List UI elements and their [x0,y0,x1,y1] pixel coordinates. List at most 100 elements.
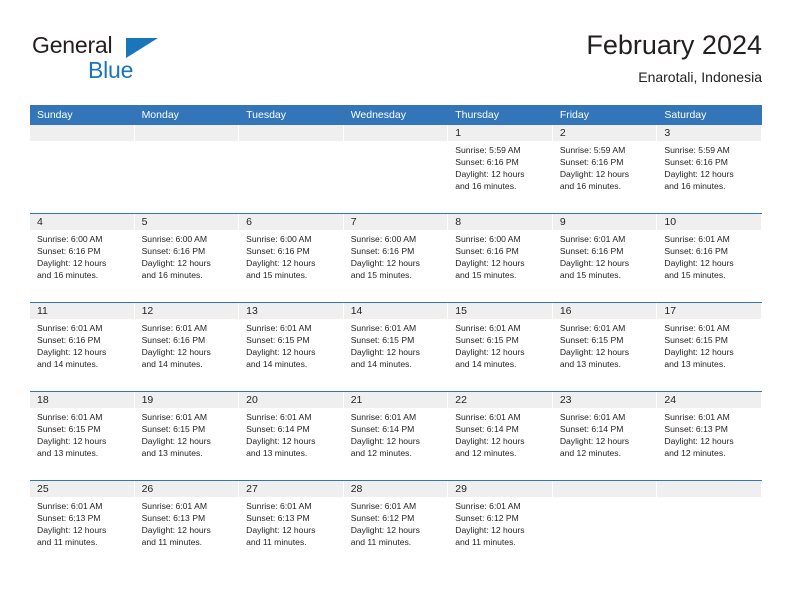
weekday-header-wednesday: Wednesday [343,105,449,125]
logo-text-blue: Blue [88,57,134,83]
calendar-day-cell[interactable]: 24 Sunrise: 6:01 AM Sunset: 6:13 PM Dayligh… [657,392,762,480]
weekday-header-row: Sunday Monday Tuesday Wednesday Thursday Frid… [30,105,762,125]
day-daylight2-text: and 11 minutes. [141,537,203,548]
day-number [134,125,239,141]
calendar-day-cell[interactable]: 27 Sunrise: 6:01 AM Sunset: 6:13 PM Dayligh… [239,481,344,569]
day-sunrise-text: Sunrise: 6:00 AM [246,234,312,244]
calendar-day-cell-empty [30,125,135,213]
day-daylight1-text: Daylight: 12 hours [664,347,734,358]
day-number [552,481,657,497]
day-daylight2-text: and 12 minutes. [350,448,412,459]
day-daylight1-text: Daylight: 12 hours [664,436,734,447]
calendar-week-row: 25 Sunrise: 6:01 AM Sunset: 6:13 PM Dayligh… [30,480,762,569]
day-sun-info: Sunrise: 6:01 AM Sunset: 6:14 PM Daylight:… [239,408,343,459]
generalblue-logo[interactable]: General Blue [32,32,232,88]
day-sunrise-text: Sunrise: 6:01 AM [664,234,730,244]
day-sunrise-text: Sunrise: 6:01 AM [455,412,521,422]
calendar-day-cell-empty [343,125,449,213]
day-number [239,125,343,141]
day-daylight1-text: Daylight: 12 hours [141,347,211,358]
calendar-day-cell[interactable]: 1 Sunrise: 5:59 AM Sunset: 6:16 PM Daylight… [448,125,553,213]
day-sunset-text: Sunset: 6:16 PM [37,335,101,346]
day-daylight2-text: and 15 minutes. [246,270,308,281]
day-sun-info: Sunrise: 6:01 AM Sunset: 6:15 PM Daylight:… [448,319,552,370]
day-number: 24 [657,392,761,408]
calendar-day-cell[interactable]: 5 Sunrise: 6:00 AM Sunset: 6:16 PM Daylight… [134,214,240,302]
calendar-day-cell[interactable]: 2 Sunrise: 5:59 AM Sunset: 6:16 PM Daylight… [552,125,658,213]
day-daylight1-text: Daylight: 12 hours [455,525,525,536]
day-sun-info: Sunrise: 6:01 AM Sunset: 6:14 PM Daylight:… [553,408,657,459]
day-number: 6 [239,214,343,230]
day-sun-info: Sunrise: 6:01 AM Sunset: 6:15 PM Daylight:… [239,319,343,370]
day-sunrise-text: Sunrise: 5:59 AM [559,145,626,155]
calendar-day-cell[interactable]: 9 Sunrise: 6:01 AM Sunset: 6:16 PM Daylight… [552,214,658,302]
calendar-day-cell[interactable]: 10 Sunrise: 6:01 AM Sunset: 6:16 PM Dayligh… [657,214,762,302]
day-daylight2-text: and 15 minutes. [350,270,412,281]
calendar-day-cell[interactable]: 29 Sunrise: 6:01 AM Sunset: 6:12 PM Dayligh… [448,481,553,569]
day-daylight1-text: Daylight: 12 hours [559,347,630,358]
calendar-day-cell[interactable]: 11 Sunrise: 6:01 AM Sunset: 6:16 PM Dayligh… [30,303,135,391]
day-number: 20 [239,392,343,408]
calendar-day-cell[interactable]: 19 Sunrise: 6:01 AM Sunset: 6:15 PM Dayligh… [134,392,240,480]
day-daylight2-text: and 16 minutes. [37,270,99,281]
calendar-day-cell-empty [239,125,344,213]
day-sun-info: Sunrise: 6:01 AM Sunset: 6:13 PM Daylight:… [657,408,761,459]
calendar-day-cell[interactable]: 21 Sunrise: 6:01 AM Sunset: 6:14 PM Dayligh… [343,392,449,480]
calendar-day-cell[interactable]: 7 Sunrise: 6:00 AM Sunset: 6:16 PM Daylight… [343,214,449,302]
calendar-day-cell[interactable]: 12 Sunrise: 6:01 AM Sunset: 6:16 PM Dayligh… [134,303,240,391]
calendar-day-cell[interactable]: 23 Sunrise: 6:01 AM Sunset: 6:14 PM Dayligh… [552,392,658,480]
calendar-day-cell[interactable]: 28 Sunrise: 6:01 AM Sunset: 6:12 PM Dayligh… [343,481,449,569]
calendar-day-cell[interactable]: 15 Sunrise: 6:01 AM Sunset: 6:15 PM Dayligh… [448,303,553,391]
day-sunrise-text: Sunrise: 6:01 AM [350,501,417,511]
calendar-day-cell[interactable]: 17 Sunrise: 6:01 AM Sunset: 6:15 PM Dayligh… [657,303,762,391]
calendar-day-cell[interactable]: 26 Sunrise: 6:01 AM Sunset: 6:13 PM Dayligh… [134,481,240,569]
calendar-day-cell[interactable]: 20 Sunrise: 6:01 AM Sunset: 6:14 PM Dayligh… [239,392,344,480]
day-number: 3 [657,125,761,141]
day-sun-info: Sunrise: 6:01 AM Sunset: 6:16 PM Daylight:… [30,319,134,370]
day-sun-info: Sunrise: 6:01 AM Sunset: 6:12 PM Daylight:… [344,497,448,548]
day-daylight1-text: Daylight: 12 hours [141,525,211,536]
day-number: 16 [552,303,657,319]
calendar-week-row: 18 Sunrise: 6:01 AM Sunset: 6:15 PM Dayligh… [30,391,762,480]
weekday-header-friday: Friday [552,105,658,125]
day-daylight2-text: and 11 minutes. [246,537,307,548]
calendar-day-cell[interactable]: 6 Sunrise: 6:00 AM Sunset: 6:16 PM Daylight… [239,214,344,302]
day-sun-info: Sunrise: 5:59 AM Sunset: 6:16 PM Daylight:… [448,141,552,192]
calendar-day-cell[interactable]: 14 Sunrise: 6:01 AM Sunset: 6:15 PM Dayligh… [343,303,449,391]
day-sunset-text: Sunset: 6:16 PM [559,157,624,168]
calendar-day-cell[interactable]: 16 Sunrise: 6:01 AM Sunset: 6:15 PM Dayligh… [552,303,658,391]
day-sunrise-text: Sunrise: 6:01 AM [141,501,208,511]
calendar-day-cell[interactable]: 22 Sunrise: 6:01 AM Sunset: 6:14 PM Dayligh… [448,392,553,480]
day-sunset-text: Sunset: 6:15 PM [246,335,310,346]
day-daylight2-text: and 16 minutes. [664,181,726,192]
day-sun-info: Sunrise: 6:01 AM Sunset: 6:14 PM Daylight:… [448,408,552,459]
calendar-page: General Blue February 2024 Enarotali, In… [0,0,792,612]
day-sun-info: Sunrise: 6:00 AM Sunset: 6:16 PM Daylight:… [30,230,134,281]
day-sunset-text: Sunset: 6:15 PM [455,335,519,346]
day-number: 27 [239,481,343,497]
day-sunset-text: Sunset: 6:16 PM [246,246,310,257]
day-daylight2-text: and 14 minutes. [37,359,99,370]
day-sunrise-text: Sunrise: 6:01 AM [559,323,626,333]
calendar-day-cell[interactable]: 13 Sunrise: 6:01 AM Sunset: 6:15 PM Dayligh… [239,303,344,391]
day-sunset-text: Sunset: 6:15 PM [141,424,206,435]
calendar-day-cell[interactable]: 4 Sunrise: 6:00 AM Sunset: 6:16 PM Daylight… [30,214,135,302]
weekday-header-monday: Monday [134,105,240,125]
calendar-day-cell[interactable]: 25 Sunrise: 6:01 AM Sunset: 6:13 PM Dayligh… [30,481,135,569]
calendar-day-cell[interactable]: 8 Sunrise: 6:00 AM Sunset: 6:16 PM Daylight… [448,214,553,302]
calendar-day-cell[interactable]: 18 Sunrise: 6:01 AM Sunset: 6:15 PM Dayligh… [30,392,135,480]
day-sunrise-text: Sunrise: 6:01 AM [37,323,103,333]
day-sunset-text: Sunset: 6:15 PM [559,335,624,346]
day-sunset-text: Sunset: 6:14 PM [559,424,624,435]
day-number: 1 [448,125,552,141]
day-daylight1-text: Daylight: 12 hours [455,258,525,269]
day-number: 29 [448,481,552,497]
calendar-week-row: 11 Sunrise: 6:01 AM Sunset: 6:16 PM Dayligh… [30,302,762,391]
day-daylight1-text: Daylight: 12 hours [559,436,630,447]
calendar-day-cell[interactable]: 3 Sunrise: 5:59 AM Sunset: 6:16 PM Daylight… [657,125,762,213]
day-sunrise-text: Sunrise: 6:01 AM [246,501,312,511]
day-sunrise-text: Sunrise: 6:01 AM [141,323,208,333]
day-sunrise-text: Sunrise: 6:01 AM [141,412,208,422]
day-sunrise-text: Sunrise: 5:59 AM [664,145,730,155]
day-number [343,125,448,141]
